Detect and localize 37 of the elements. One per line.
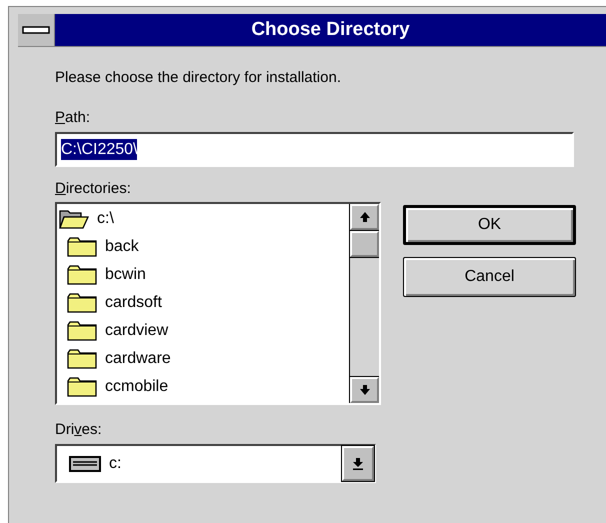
scroll-down-button[interactable] bbox=[350, 377, 379, 403]
drive-value: c: bbox=[109, 454, 122, 474]
window-title: Choose Directory bbox=[251, 18, 410, 42]
folder-icon bbox=[67, 320, 97, 342]
up-arrow-icon bbox=[358, 211, 370, 223]
open-folder-icon bbox=[59, 208, 89, 230]
down-arrow-icon bbox=[358, 384, 370, 396]
minus-icon bbox=[22, 26, 50, 34]
directories-label: Directories: bbox=[55, 180, 131, 198]
dialog-button[interactable]: OK bbox=[403, 205, 576, 245]
folder-icon bbox=[67, 236, 97, 258]
dropdown-arrow-icon bbox=[352, 458, 364, 470]
scrollbar[interactable] bbox=[349, 204, 379, 403]
drive-icon bbox=[69, 456, 101, 472]
directory-item[interactable]: c:\ bbox=[57, 205, 349, 233]
instruction-text: Please choose the directory for installation. bbox=[55, 69, 341, 87]
folder-icon bbox=[67, 376, 97, 398]
drive-combo[interactable]: c: bbox=[55, 444, 376, 483]
directory-item[interactable]: cardsoft bbox=[57, 289, 349, 317]
path-value: C:\CI2250\ bbox=[61, 139, 138, 160]
drives-label: Drives: bbox=[55, 421, 102, 439]
dropdown-button[interactable] bbox=[342, 446, 374, 481]
path-label: Path: bbox=[55, 109, 90, 127]
directory-item[interactable]: ccmobile bbox=[57, 373, 349, 401]
dialog-button[interactable]: Cancel bbox=[403, 257, 576, 297]
folder-icon bbox=[67, 292, 97, 314]
folder-icon bbox=[67, 348, 97, 370]
directory-item[interactable]: back bbox=[57, 233, 349, 261]
directory-item[interactable]: cardview bbox=[57, 317, 349, 345]
directory-item[interactable]: cardware bbox=[57, 345, 349, 373]
scroll-up-button[interactable] bbox=[350, 204, 379, 230]
path-field[interactable]: C:\CI2250\ bbox=[55, 132, 574, 167]
directory-item[interactable]: bcwin bbox=[57, 261, 349, 289]
directory-list[interactable]: c:\ back bcwin cardsoft cardview cardware ccmobile bbox=[55, 202, 381, 405]
system-menu-button[interactable] bbox=[18, 14, 55, 46]
scroll-thumb[interactable] bbox=[350, 231, 379, 257]
folder-icon bbox=[67, 264, 97, 286]
